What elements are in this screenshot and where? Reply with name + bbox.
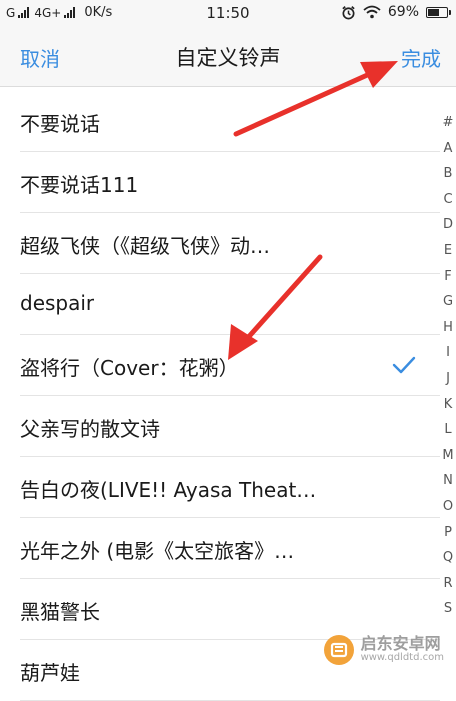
ringtone-list: 不要说话不要说话111 超级飞侠（《超级飞侠》动… despair 盗将行（Cover…: [0, 91, 440, 701]
watermark: 启东安卓网 www.qdldtd.com: [323, 634, 444, 666]
battery-percent: 69%: [387, 4, 419, 20]
index-letter[interactable]: P: [440, 520, 456, 546]
ringtone-row[interactable]: 光年之外 (电影《太空旅客》…: [20, 518, 440, 579]
ringtone-row[interactable]: 超级飞侠（《超级飞侠》动…: [20, 213, 440, 274]
ringtone-row[interactable]: 告白の夜(LIVE!! Ayasa Theat…: [20, 457, 440, 518]
ringtone-name: 光年之外 (电影《太空旅客》…: [20, 539, 295, 563]
ringtone-row[interactable]: 盗将行（Cover：花粥）: [20, 335, 440, 396]
status-icons: 69%: [341, 4, 451, 20]
ringtone-name: 盗将行（Cover：花粥）: [20, 356, 239, 380]
index-letter[interactable]: A: [440, 136, 456, 162]
ringtone-row[interactable]: 父亲写的散文诗: [20, 396, 440, 457]
index-letter[interactable]: S: [440, 596, 456, 622]
ringtone-row[interactable]: 不要说话111: [20, 152, 440, 213]
index-letter[interactable]: Q: [440, 545, 456, 571]
ringtone-name: 不要说话111: [20, 173, 139, 197]
ringtone-name: 黑猫警长: [20, 600, 100, 624]
navigation-bar: 取消 自定义铃声 完成: [0, 26, 456, 87]
status-bar: G 4G+ 0K/s 11:50 69%: [0, 0, 456, 26]
ringtone-name: 葫芦娃: [20, 661, 80, 685]
watermark-logo-icon: [323, 635, 354, 665]
battery-icon: [426, 6, 451, 18]
index-letter[interactable]: O: [440, 494, 456, 520]
index-letter[interactable]: D: [440, 212, 456, 238]
index-letter[interactable]: #: [440, 110, 456, 136]
ringtone-row[interactable]: 不要说话: [20, 91, 440, 152]
index-letter[interactable]: R: [440, 571, 456, 597]
page-title: 自定义铃声: [175, 46, 281, 70]
battery-fill: [428, 8, 440, 16]
index-letter[interactable]: C: [440, 187, 456, 213]
index-letter[interactable]: H: [440, 315, 456, 341]
watermark-url: www.qdldtd.com: [360, 652, 444, 664]
ringtone-row[interactable]: 黑猫警长: [20, 579, 440, 640]
alarm-icon: [342, 5, 355, 19]
index-letter[interactable]: M: [440, 443, 456, 469]
watermark-title: 启东安卓网: [360, 634, 441, 654]
wifi-icon: [363, 5, 381, 19]
ringtone-name: 不要说话: [20, 112, 100, 136]
ringtone-name: despair: [20, 291, 95, 315]
index-letter[interactable]: K: [440, 392, 456, 418]
index-letter[interactable]: G: [440, 289, 456, 315]
checkmark-icon: [392, 356, 416, 374]
index-letter[interactable]: B: [440, 161, 456, 187]
index-letter[interactable]: J: [440, 366, 456, 392]
done-button[interactable]: 完成: [401, 43, 441, 72]
ringtone-name: 父亲写的散文诗: [20, 417, 160, 441]
index-letter[interactable]: N: [440, 468, 456, 494]
index-letter[interactable]: L: [440, 417, 456, 443]
alphabet-index-bar[interactable]: # A B C D E F G H I J K L M N O P Q R S: [440, 110, 456, 622]
index-letter[interactable]: I: [440, 340, 456, 366]
index-letter[interactable]: E: [440, 238, 456, 264]
watermark-text: 启东安卓网 www.qdldtd.com: [361, 636, 444, 663]
ringtone-name: 超级飞侠（《超级飞侠》动…: [20, 234, 270, 258]
ringtone-row[interactable]: despair: [20, 274, 440, 335]
index-letter[interactable]: F: [440, 264, 456, 290]
ringtone-name: 告白の夜(LIVE!! Ayasa Theat…: [20, 478, 317, 502]
